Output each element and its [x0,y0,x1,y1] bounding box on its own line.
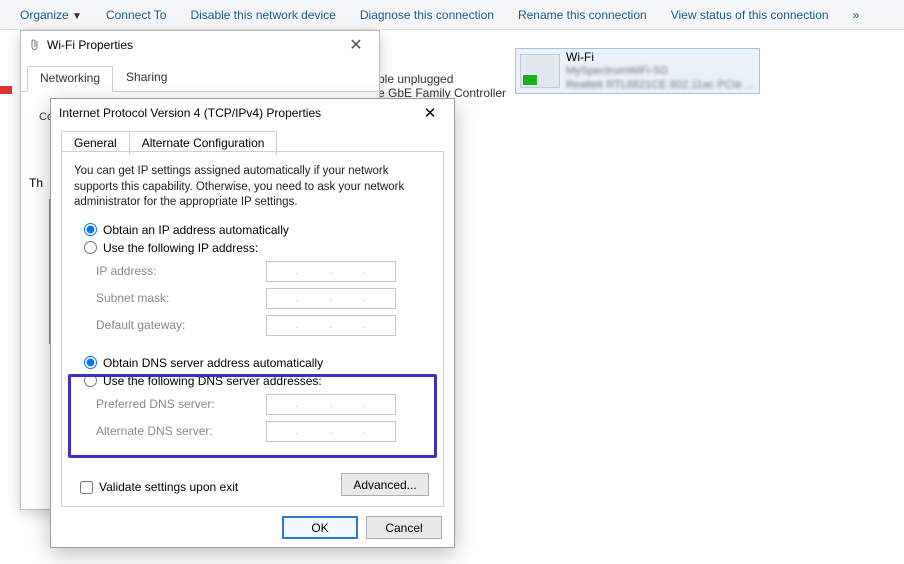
advanced-button[interactable]: Advanced... [341,473,429,496]
wifi-properties-tabs: Networking Sharing [21,59,379,92]
wifi-properties-title: Wi-Fi Properties [47,38,341,52]
ipv4-dialog-buttons: OK Cancel [282,516,442,539]
field-ip-address: IP address: ... [96,261,431,282]
radio-ip-manual[interactable]: Use the following IP address: [84,241,431,255]
ip-address-input[interactable]: ... [266,261,396,282]
close-icon[interactable]: ✕ [414,104,446,122]
toolbar-more[interactable]: » [841,8,872,22]
toolbar-disable[interactable]: Disable this network device [178,8,347,22]
ipv4-title: Internet Protocol Version 4 (TCP/IPv4) P… [59,106,414,120]
gateway-label: Default gateway: [96,318,266,332]
ip-address-label: IP address: [96,264,266,278]
decorative-edge [0,86,12,94]
radio-ip-auto-input[interactable] [84,223,97,236]
ipv4-titlebar: Internet Protocol Version 4 (TCP/IPv4) P… [51,99,454,127]
toolbar-diagnose[interactable]: Diagnose this connection [348,8,506,22]
cancel-button[interactable]: Cancel [366,516,442,539]
close-icon[interactable]: ✕ [341,35,371,55]
peek-text-unplugged: ble unplugged [378,72,453,86]
toolbar-connect-to[interactable]: Connect To [94,8,179,22]
radio-dns-auto-input[interactable] [84,356,97,369]
field-gateway: Default gateway: ... [96,315,431,336]
chevron-down-icon: ▼ [72,11,82,22]
th-label: Th [29,176,43,190]
adapter-tile-wifi[interactable]: Wi-Fi MySpectrumWiFi-5G Realtek RTL8821C… [515,48,760,94]
tab-networking[interactable]: Networking [27,66,113,92]
subnet-input[interactable]: ... [266,288,396,309]
radio-ip-manual-input[interactable] [84,241,97,254]
label: Organize [20,8,69,22]
wifi-icon [520,54,560,88]
adapter-tile-text: Wi-Fi MySpectrumWiFi-5G Realtek RTL8821C… [566,50,754,93]
radio-ip-auto[interactable]: Obtain an IP address automatically [84,223,431,237]
adapter-title: Wi-Fi [566,50,754,65]
toolbar-rename[interactable]: Rename this connection [506,8,659,22]
ipv4-panel: You can get IP settings assigned automat… [61,151,444,507]
gateway-input[interactable]: ... [266,315,396,336]
subnet-label: Subnet mask: [96,291,266,305]
validate-checkbox[interactable] [80,481,93,494]
dns-highlight-box [68,374,437,458]
toolbar-view-status[interactable]: View status of this connection [659,8,841,22]
adapter-device: Realtek RTL8821CE 802.11ac PCIe ... [566,79,754,93]
validate-checkbox-row[interactable]: Validate settings upon exit [80,480,238,494]
radio-dns-auto-label: Obtain DNS server address automatically [103,356,323,370]
network-toolbar: Organize ▼ Connect To Disable this netwo… [0,0,904,30]
ok-button[interactable]: OK [282,516,358,539]
validate-label: Validate settings upon exit [99,480,238,494]
radio-dns-auto[interactable]: Obtain DNS server address automatically [84,356,431,370]
radio-ip-auto-label: Obtain an IP address automatically [103,223,289,237]
adapter-ssid: MySpectrumWiFi-5G [566,65,754,79]
tab-sharing[interactable]: Sharing [113,65,180,91]
ipv4-description: You can get IP settings assigned automat… [74,164,431,211]
radio-ip-manual-label: Use the following IP address: [103,241,258,255]
paperclip-icon [29,37,41,53]
field-subnet: Subnet mask: ... [96,288,431,309]
toolbar-organize[interactable]: Organize ▼ [8,8,94,22]
wifi-properties-titlebar: Wi-Fi Properties ✕ [21,31,379,59]
ipv4-properties-dialog: Internet Protocol Version 4 (TCP/IPv4) P… [50,98,455,548]
